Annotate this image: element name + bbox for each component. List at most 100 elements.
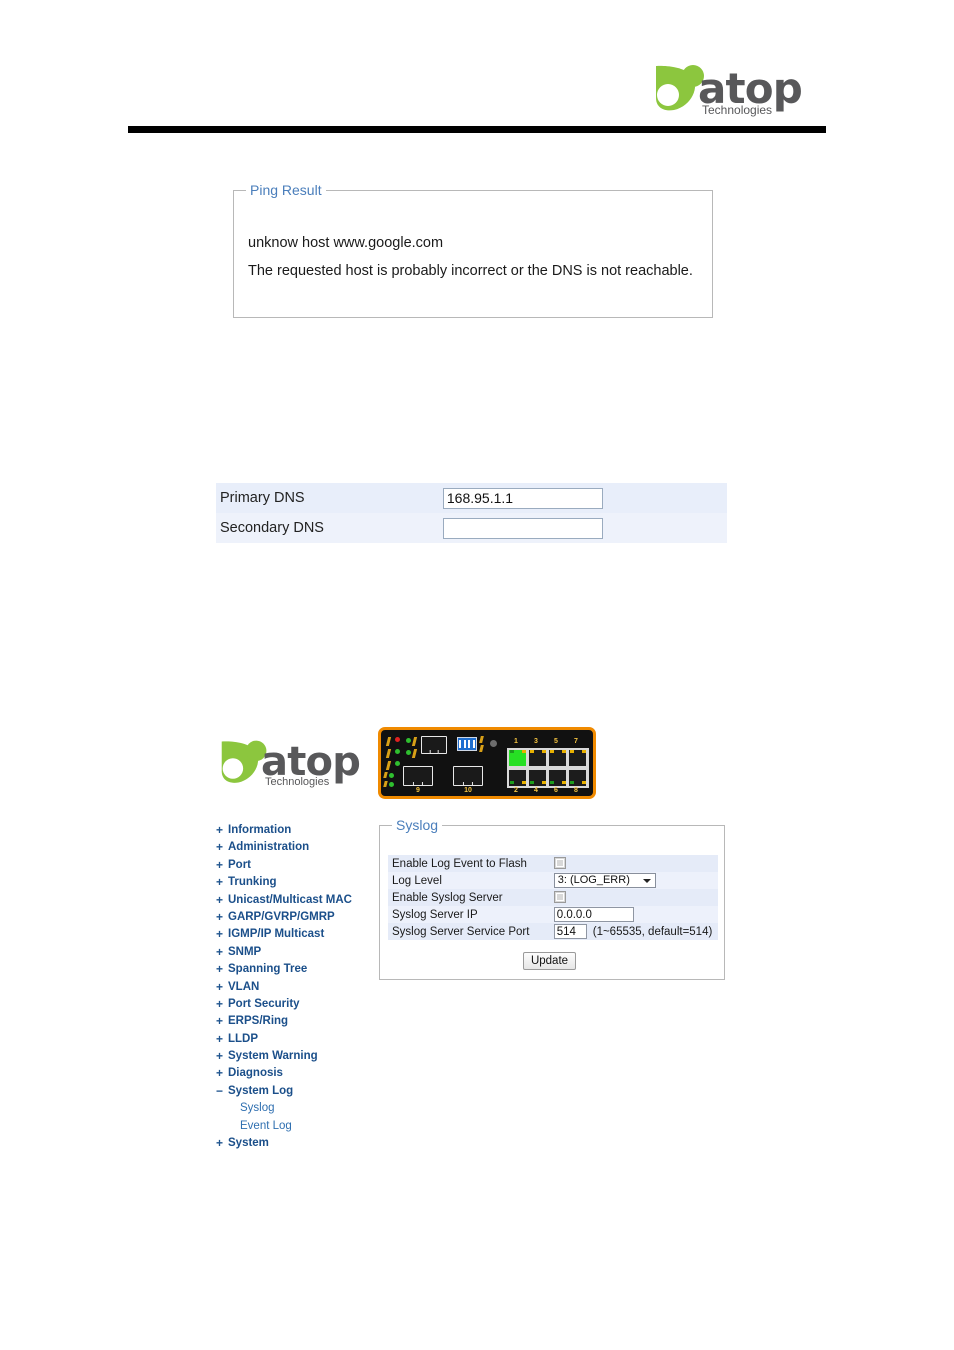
sidebar-item-information[interactable]: + Information bbox=[214, 822, 374, 839]
port-led bbox=[582, 750, 586, 753]
secondary-dns-input[interactable] bbox=[442, 517, 603, 539]
syslog-server-service-port-cell: (1~65535, default=514) bbox=[550, 923, 718, 940]
sidebar-subitem-syslog[interactable]: Syslog bbox=[214, 1100, 374, 1117]
sidebar-item-port[interactable]: + Port bbox=[214, 857, 374, 874]
expand-plus-icon[interactable]: + bbox=[214, 944, 225, 961]
led-indicator bbox=[395, 761, 400, 766]
sidebar-item-spanning-tree[interactable]: + Spanning Tree bbox=[214, 961, 374, 978]
syslog-server-ip-cell bbox=[550, 906, 718, 923]
sidebar-item-administration[interactable]: + Administration bbox=[214, 839, 374, 856]
led-indicator bbox=[406, 750, 411, 755]
port-number-2: 2 bbox=[514, 787, 518, 794]
enable-log-event-to-flash-checkbox[interactable] bbox=[553, 857, 566, 870]
table-row: Primary DNS bbox=[216, 483, 727, 513]
syslog-server-ip-input[interactable] bbox=[553, 907, 634, 922]
port-number-4: 4 bbox=[534, 787, 538, 794]
sidebar-item-system-log[interactable]: − System Log bbox=[214, 1083, 374, 1100]
syslog-server-ip-label: Syslog Server IP bbox=[392, 908, 478, 921]
sidebar-subitem-label: Event Log bbox=[240, 1119, 292, 1132]
atop-logo-tagline: Technologies bbox=[265, 776, 330, 788]
ping-result-line-1: unknow host www.google.com bbox=[248, 235, 444, 251]
sidebar-item-label: Diagnosis bbox=[228, 1067, 283, 1080]
sidebar-item-lldp[interactable]: + LLDP bbox=[214, 1031, 374, 1048]
rj45-port-console bbox=[421, 736, 447, 754]
sidebar-item-diagnosis[interactable]: + Diagnosis bbox=[214, 1065, 374, 1082]
port-led bbox=[550, 781, 554, 784]
expand-plus-icon[interactable]: + bbox=[214, 926, 225, 943]
expand-plus-icon[interactable]: + bbox=[214, 874, 225, 891]
rj45-latch bbox=[462, 782, 474, 786]
sidebar-item-unicast-multicast-mac[interactable]: + Unicast/Multicast MAC bbox=[214, 892, 374, 909]
chevron-down-icon bbox=[642, 879, 651, 883]
sidebar-item-label: System bbox=[228, 1137, 269, 1150]
expand-plus-icon[interactable]: + bbox=[214, 979, 225, 996]
syslog-server-service-port-input[interactable] bbox=[553, 924, 587, 939]
led-indicator bbox=[383, 781, 388, 787]
primary-dns-field-cell bbox=[442, 483, 618, 513]
log-level-select[interactable]: 3: (LOG_ERR) bbox=[553, 873, 656, 888]
port-led bbox=[542, 781, 546, 784]
syslog-settings-table: Enable Log Event to Flash Log Level 3: (… bbox=[388, 855, 718, 940]
sidebar-item-port-security[interactable]: + Port Security bbox=[214, 996, 374, 1013]
port-led bbox=[530, 750, 534, 753]
sidebar-subitem-event-log[interactable]: Event Log bbox=[214, 1118, 374, 1135]
port-led bbox=[582, 781, 586, 784]
enable-syslog-server-cell bbox=[550, 889, 718, 906]
header-divider-rule bbox=[128, 126, 826, 133]
sidebar-subitem-label: Syslog bbox=[240, 1102, 275, 1115]
expand-plus-icon[interactable]: + bbox=[214, 996, 225, 1013]
sidebar-item-snmp[interactable]: + SNMP bbox=[214, 944, 374, 961]
expand-plus-icon[interactable]: + bbox=[214, 1048, 225, 1065]
port-led bbox=[570, 781, 574, 784]
sidebar-item-label: Spanning Tree bbox=[228, 963, 308, 976]
table-row: Enable Log Event to Flash bbox=[388, 855, 718, 872]
port-number-5: 5 bbox=[554, 738, 558, 745]
sidebar-item-system-warning[interactable]: + System Warning bbox=[214, 1048, 374, 1065]
port-led bbox=[530, 781, 534, 784]
enable-log-event-to-flash-label: Enable Log Event to Flash bbox=[392, 857, 527, 870]
expand-plus-icon[interactable]: + bbox=[214, 892, 225, 909]
sidebar-item-label: GARP/GVRP/GMRP bbox=[228, 910, 335, 923]
port-led bbox=[510, 750, 514, 753]
led-indicator bbox=[383, 772, 388, 778]
sidebar-item-erps-ring[interactable]: + ERPS/Ring bbox=[214, 1013, 374, 1030]
expand-plus-icon[interactable]: + bbox=[214, 822, 225, 839]
led-indicator-power bbox=[395, 737, 400, 742]
table-row: Enable Syslog Server bbox=[388, 889, 718, 906]
sidebar-item-label: ERPS/Ring bbox=[228, 1015, 289, 1028]
expand-plus-icon[interactable]: + bbox=[214, 1031, 225, 1048]
sidebar-item-label: Port bbox=[228, 858, 251, 871]
primary-dns-input[interactable] bbox=[442, 487, 603, 509]
expand-plus-icon[interactable]: + bbox=[214, 961, 225, 978]
collapse-minus-icon[interactable]: − bbox=[214, 1083, 225, 1100]
led-indicator bbox=[385, 761, 392, 770]
sidebar-item-label: IGMP/IP Multicast bbox=[228, 928, 325, 941]
secondary-dns-spacer bbox=[618, 513, 727, 543]
led-indicator bbox=[411, 737, 418, 746]
expand-plus-icon[interactable]: + bbox=[214, 857, 225, 874]
dip-switch-block bbox=[457, 737, 477, 751]
port-led bbox=[542, 750, 546, 753]
expand-plus-icon[interactable]: + bbox=[214, 839, 225, 856]
expand-plus-icon[interactable]: + bbox=[214, 1135, 225, 1152]
port-number-9: 9 bbox=[416, 787, 420, 794]
port-number-6: 6 bbox=[554, 787, 558, 794]
syslog-server-service-port-hint: (1~65535, default=514) bbox=[592, 925, 713, 938]
sidebar-item-igmp-ip-multicast[interactable]: + IGMP/IP Multicast bbox=[214, 926, 374, 943]
expand-plus-icon[interactable]: + bbox=[214, 1065, 225, 1082]
table-row: Secondary DNS bbox=[216, 513, 727, 543]
dns-settings-table: Primary DNS Secondary DNS bbox=[216, 483, 727, 543]
port-number-1: 1 bbox=[514, 738, 518, 745]
port-led bbox=[510, 781, 514, 784]
sidebar-item-trunking[interactable]: + Trunking bbox=[214, 874, 374, 891]
enable-syslog-server-checkbox[interactable] bbox=[553, 891, 566, 904]
expand-plus-icon[interactable]: + bbox=[214, 909, 225, 926]
sidebar-item-system[interactable]: + System bbox=[214, 1135, 374, 1152]
expand-plus-icon[interactable]: + bbox=[214, 1013, 225, 1030]
led-indicator bbox=[389, 782, 394, 787]
sidebar-item-vlan[interactable]: + VLAN bbox=[214, 979, 374, 996]
sidebar-item-garp-gvrp-gmrp[interactable]: + GARP/GVRP/GMRP bbox=[214, 909, 374, 926]
rj45-latch bbox=[429, 750, 439, 754]
update-button[interactable]: Update bbox=[523, 952, 576, 970]
port-number-10: 10 bbox=[464, 787, 472, 794]
